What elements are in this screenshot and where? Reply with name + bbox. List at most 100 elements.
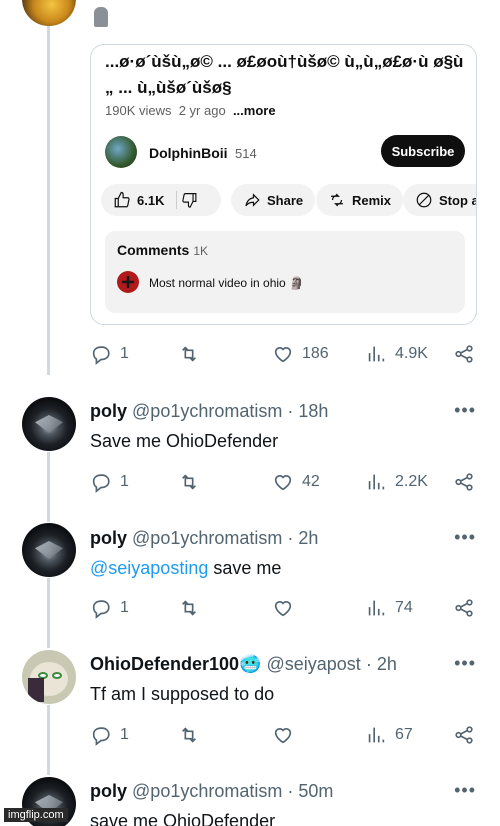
comments-preview[interactable]: Comments 1K Most normal video in ohio 🗿 <box>105 231 465 313</box>
top-comment-text: Most normal video in ohio 🗿 <box>149 276 305 290</box>
timestamp[interactable]: · 2h <box>366 654 397 674</box>
timestamp[interactable]: · 2h <box>287 528 318 548</box>
views-bar-icon <box>368 727 385 743</box>
like-dislike-pill[interactable]: 6.1K <box>101 184 221 216</box>
thread-line <box>47 705 50 775</box>
like-button[interactable] <box>272 597 294 619</box>
avatar[interactable] <box>22 0 76 26</box>
retweet-button[interactable] <box>178 471 200 493</box>
like-button[interactable] <box>272 724 294 746</box>
avatar-eye <box>52 672 62 679</box>
thumbs-down-icon[interactable] <box>176 191 198 209</box>
tweet-text: Tf am I supposed to do <box>90 684 275 704</box>
subscriber-count: 514 <box>235 146 257 161</box>
retweet-icon <box>181 474 197 490</box>
avatar[interactable] <box>22 523 76 577</box>
display-name[interactable]: poly <box>90 401 127 421</box>
retweet-button[interactable] <box>178 343 200 365</box>
like-button[interactable]: 186 <box>272 343 329 365</box>
share-button[interactable] <box>453 343 475 365</box>
video-title[interactable]: ...ø·ø´ùšù„ø© ... ø£øoù†ùšø© ù„ù„ø£ø·ù ø… <box>105 49 465 101</box>
reply-button[interactable]: 1 <box>90 724 129 746</box>
embedded-video-card[interactable]: ...ø·ø´ùšù„ø© ... ø£øoù†ùšø© ù„ù„ø£ø·ù ø… <box>90 44 477 325</box>
views-button[interactable]: 4.9K <box>365 343 428 365</box>
reply-tweet[interactable]: poly @po1ychromatism · 18h Save me OhioD… <box>90 400 500 452</box>
avatar-shadow <box>28 678 44 702</box>
display-name[interactable]: OhioDefender100 <box>90 654 239 674</box>
views-button[interactable]: 2.2K <box>365 471 428 493</box>
share-arrow-icon <box>245 193 260 207</box>
reply-button[interactable]: 1 <box>90 343 129 365</box>
reply-button[interactable]: 1 <box>90 471 129 493</box>
more-options-icon[interactable]: ••• <box>454 527 476 548</box>
views-bar-icon <box>368 474 385 490</box>
retweet-icon <box>181 346 197 362</box>
subscribe-button[interactable]: Subscribe <box>381 135 465 167</box>
share-button[interactable] <box>453 471 475 493</box>
video-age: 2 yr ago <box>178 103 226 118</box>
more-link[interactable]: ...more <box>233 103 276 118</box>
tweet-text: Save me OhioDefender <box>90 431 279 451</box>
tweet-header: poly @po1ychromatism · 2h <box>90 527 500 549</box>
retweet-button[interactable] <box>178 724 200 746</box>
more-options-icon[interactable]: ••• <box>454 653 476 674</box>
share-icon <box>455 473 473 491</box>
timestamp[interactable]: · 50m <box>287 781 333 801</box>
mention-link[interactable]: @seiyaposting <box>90 558 208 578</box>
handle[interactable]: @po1ychromatism <box>132 401 282 421</box>
comments-count: 1K <box>193 244 209 258</box>
heart-icon <box>274 475 292 491</box>
reply-icon <box>92 727 110 746</box>
share-button[interactable]: Share <box>231 184 316 216</box>
views-button[interactable]: 74 <box>365 597 413 619</box>
share-button[interactable] <box>453 724 475 746</box>
tweet-header: poly @po1ychromatism · 50m <box>90 780 500 802</box>
share-button[interactable] <box>453 597 475 619</box>
display-name[interactable]: poly <box>90 781 127 801</box>
like-button[interactable]: 42 <box>272 471 320 493</box>
stop-ads-button[interactable]: Stop ad <box>403 184 476 216</box>
heart-icon <box>274 347 292 363</box>
avatar[interactable] <box>22 397 76 451</box>
retweet-button[interactable] <box>178 597 200 619</box>
handle[interactable]: @seiyapost <box>266 654 360 674</box>
retweet-icon <box>181 600 197 616</box>
handle[interactable]: @po1ychromatism <box>132 528 282 548</box>
reply-tweet[interactable]: poly @po1ychromatism · 2h @seiyaposting … <box>90 527 500 579</box>
display-name[interactable]: poly <box>90 528 127 548</box>
thread-line <box>47 578 50 648</box>
timestamp[interactable]: · 18h <box>287 401 328 421</box>
reply-tweet[interactable]: OhioDefender100🥶 @seiyapost · 2h Tf am I… <box>90 653 500 705</box>
commenter-avatar <box>117 271 139 293</box>
tweet-text: @seiyaposting save me <box>90 557 500 579</box>
block-icon <box>416 192 432 208</box>
remix-button[interactable]: Remix <box>316 184 404 216</box>
tweet-body-text: save me <box>213 558 282 578</box>
channel-name[interactable]: DolphinBoii <box>149 145 228 161</box>
moai-icon <box>94 7 108 27</box>
reply-icon <box>92 346 110 365</box>
thumbs-up-icon[interactable] <box>113 191 131 209</box>
reply-button[interactable]: 1 <box>90 597 129 619</box>
watermark: imgflip.com <box>4 808 68 822</box>
tweet-actions: 1 74 <box>90 597 476 621</box>
thread-line <box>47 452 50 522</box>
tweet-actions: 1 42 2.2K <box>90 471 476 495</box>
more-options-icon[interactable]: ••• <box>454 780 476 801</box>
more-options-icon[interactable]: ••• <box>454 400 476 421</box>
views-button[interactable]: 67 <box>365 724 413 746</box>
channel-avatar[interactable] <box>105 136 137 168</box>
views-bar-icon <box>368 600 385 616</box>
avatar[interactable] <box>22 650 76 704</box>
handle[interactable]: @po1ychromatism <box>132 781 282 801</box>
heart-icon <box>274 728 292 744</box>
tweet-actions: 1 186 4.9K <box>90 343 476 367</box>
share-icon <box>455 345 473 363</box>
reply-tweet[interactable]: poly @po1ychromatism · 50m save me OhioD… <box>90 780 500 826</box>
comments-heading: Comments 1K <box>117 242 209 258</box>
tweet-header: OhioDefender100🥶 @seiyapost · 2h <box>90 653 500 675</box>
reply-icon <box>92 474 110 493</box>
tweet-header: poly @po1ychromatism · 18h <box>90 400 500 422</box>
like-count: 6.1K <box>137 192 165 208</box>
video-meta: 190K views 2 yr ago ...more <box>105 103 276 118</box>
